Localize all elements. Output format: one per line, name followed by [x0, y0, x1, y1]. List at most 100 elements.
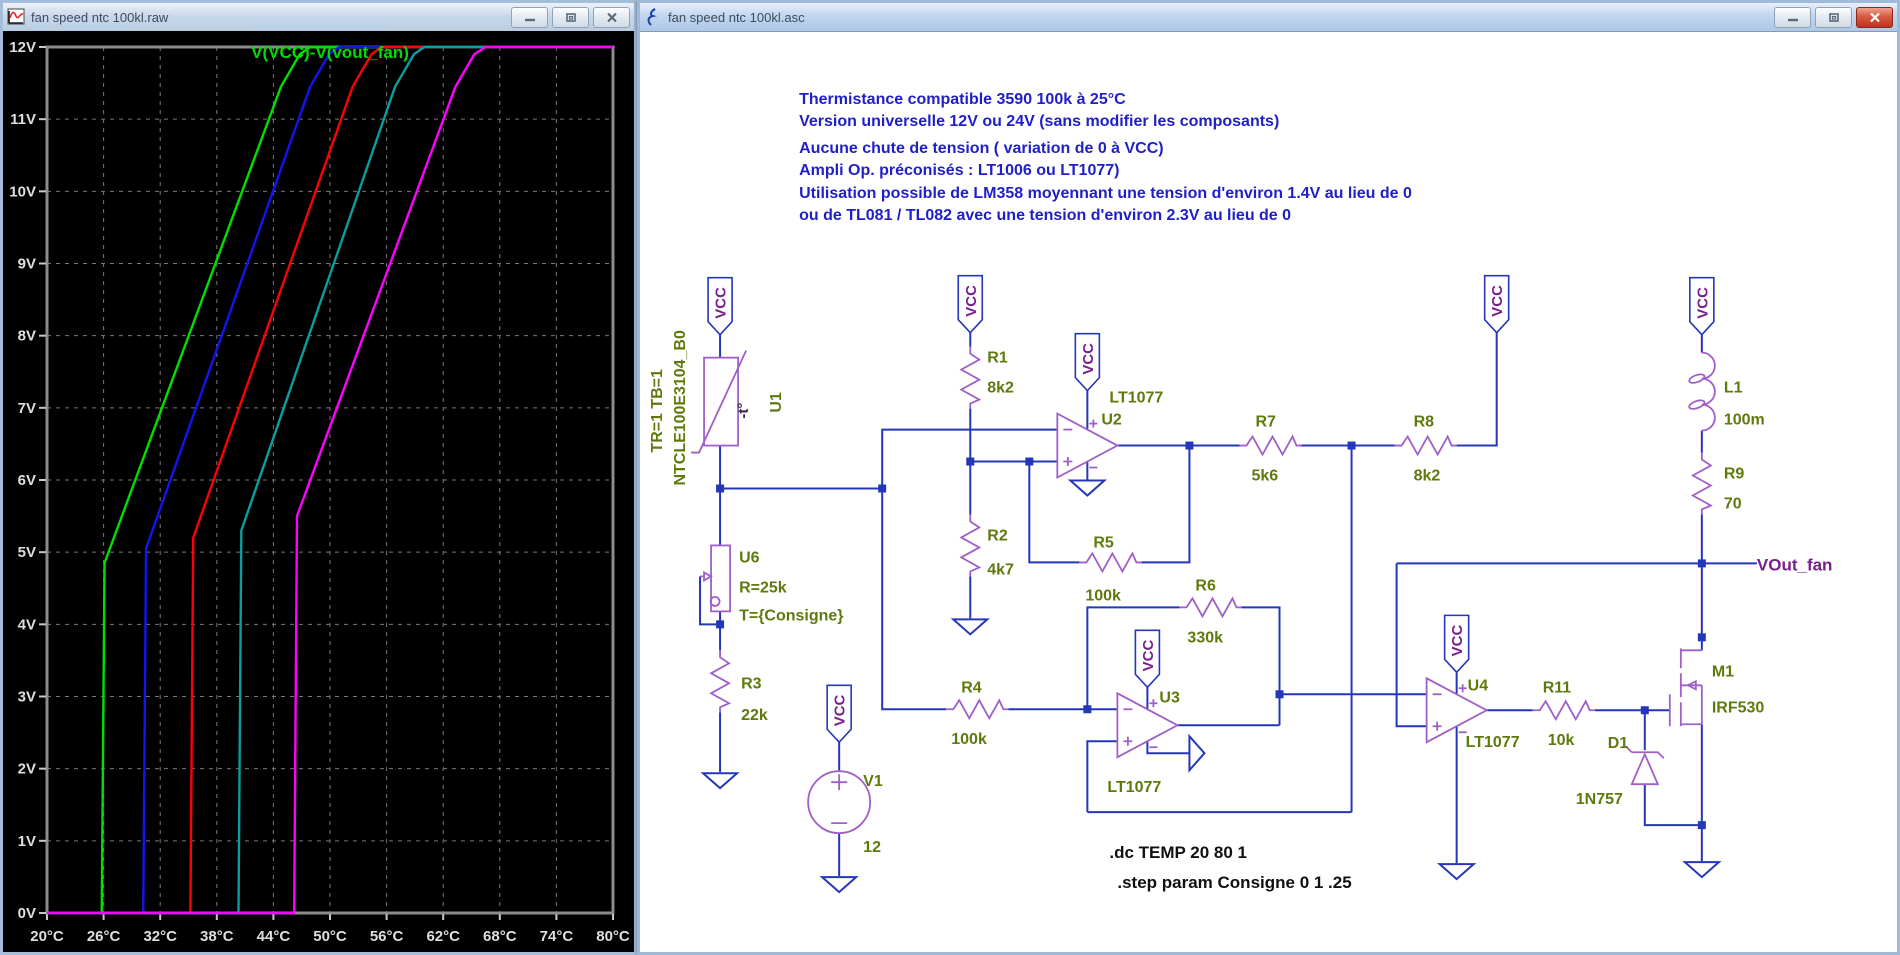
note-line: Aucune chute de tension ( variation de 0…	[799, 140, 1163, 157]
y-axis-tick-label: 2V	[18, 761, 36, 778]
waveform-plot-area[interactable]: 0V 1V 2V 3V 4V 5V 6V 7V 8V 9V 10V 11V 12V 20°C 26°C 32°…	[3, 31, 634, 952]
x-axis-tick-label: 56°C	[370, 928, 404, 945]
x-axis-tick-label: 20°C	[30, 928, 64, 945]
svg-text:R7: R7	[1255, 414, 1276, 431]
y-axis-tick-label: 3V	[18, 689, 36, 706]
schematic-titlebar[interactable]: fan speed ntc 100kl.asc	[640, 3, 1897, 31]
restore-icon	[1828, 12, 1839, 22]
opamp-U3[interactable]: U3 LT1077	[1107, 689, 1180, 796]
potentiometer-U6[interactable]: U6 R=25k T={Consigne}	[700, 544, 844, 624]
y-axis-tick-label: 11V	[10, 111, 36, 128]
resistor-R5[interactable]: R5 100k	[1078, 534, 1143, 604]
resistor-R9[interactable]: R9 70	[1691, 451, 1745, 516]
svg-text:R2: R2	[987, 527, 1008, 544]
svg-text:-t°: -t°	[735, 403, 752, 419]
minimize-button[interactable]	[511, 6, 548, 28]
svg-text:L1: L1	[1724, 380, 1743, 397]
vcc-flag-u1[interactable]: VCC	[707, 276, 733, 336]
dc-sweep-directive: .dc TEMP 20 80 1	[1109, 843, 1247, 862]
restore-button[interactable]	[1815, 6, 1852, 28]
svg-text:100k: 100k	[951, 731, 987, 748]
minimize-button[interactable]	[1774, 6, 1811, 28]
vcc-flag-u2[interactable]: VCC	[1074, 332, 1101, 392]
resistor-R2[interactable]: R2 4k7	[960, 513, 1014, 578]
svg-text:T={Consigne}: T={Consigne}	[739, 607, 843, 624]
svg-text:VCC: VCC	[1080, 343, 1097, 375]
resistor-R1[interactable]: R1 8k2	[960, 345, 1014, 410]
x-axis-tick-label: 32°C	[143, 928, 177, 945]
svg-text:R1: R1	[987, 350, 1008, 367]
svg-text:VCC: VCC	[832, 694, 849, 726]
svg-text:TR=1 TB=1: TR=1 TB=1	[649, 369, 666, 453]
svg-text:LT1077: LT1077	[1466, 734, 1520, 751]
svg-text:4k7: 4k7	[987, 561, 1014, 578]
vcc-flag-v1[interactable]: VCC	[826, 684, 852, 744]
waveform-window: fan speed ntc 100kl.raw 0V 1V 2V 3V 4V 5V 6V 7V…	[0, 0, 637, 955]
minimize-icon	[524, 18, 535, 22]
x-axis-tick-label: 68°C	[483, 928, 517, 945]
waveform-plot[interactable]: 0V 1V 2V 3V 4V 5V 6V 7V 8V 9V 10V 11V 12V 20°C 26°C 32°…	[3, 31, 634, 952]
svg-text:10k: 10k	[1548, 732, 1575, 749]
schematic-notes[interactable]: Thermistance compatible 3590 100k à 25°C…	[799, 91, 1412, 224]
ltspice-icon	[647, 8, 657, 26]
y-axis-tick-label: 7V	[18, 400, 36, 417]
x-axis-tick-label: 50°C	[313, 928, 347, 945]
spice-directives[interactable]: .dc TEMP 20 80 1 .step param Consigne 0 …	[1109, 843, 1351, 892]
svg-text:U3: U3	[1159, 689, 1180, 706]
svg-text:5k6: 5k6	[1251, 468, 1278, 485]
vcc-flag-r8[interactable]: VCC	[1483, 274, 1510, 334]
y-axis-tick-label: 12V	[9, 39, 36, 56]
note-line: Utilisation possible de LM358 moyennant …	[799, 185, 1412, 202]
svg-text:VCC: VCC	[1449, 625, 1466, 657]
nmos-M1[interactable]: M1 IRF530	[1668, 648, 1765, 727]
minimize-icon	[1787, 18, 1798, 22]
y-axis-tick-label: 9V	[18, 256, 36, 273]
resistor-R8[interactable]: R8 8k2	[1393, 414, 1458, 485]
opamp-U4[interactable]: U4 LT1077	[1425, 677, 1520, 751]
svg-text:D1: D1	[1608, 735, 1629, 752]
svg-text:100k: 100k	[1085, 587, 1121, 604]
svg-text:M1: M1	[1712, 663, 1734, 680]
svg-text:VCC: VCC	[713, 287, 730, 319]
schematic-canvas[interactable]: VCC VCC VCC VCC VCC VCC VCC VCC -t° U1 T…	[640, 31, 1897, 952]
resistor-R11[interactable]: R11 10k	[1531, 679, 1596, 749]
vcc-flag-u4[interactable]: VCC	[1443, 614, 1470, 674]
zener-diode-D1[interactable]: D1 1N757	[1576, 735, 1665, 808]
svg-text:330k: 330k	[1187, 629, 1223, 646]
step-param-directive: .step param Consigne 0 1 .25	[1117, 873, 1351, 892]
restore-button[interactable]	[552, 6, 589, 28]
vcc-flag-l1[interactable]: VCC	[1689, 276, 1715, 336]
note-line: Ampli Op. préconisés : LT1006 ou LT1077)	[799, 162, 1119, 179]
resistor-R6[interactable]: R6 330k	[1178, 577, 1243, 646]
svg-text:12: 12	[863, 839, 881, 856]
ltspice-workspace: fan speed ntc 100kl.raw 0V 1V 2V 3V 4V 5V 6V 7V…	[0, 0, 1900, 955]
svg-text:VCC: VCC	[1489, 285, 1506, 317]
close-button[interactable]	[593, 6, 630, 28]
opamp-U2[interactable]: LT1077 U2	[1056, 390, 1163, 479]
vcc-flag-r1[interactable]: VCC	[957, 274, 984, 334]
schematic-drawing[interactable]: VCC VCC VCC VCC VCC VCC VCC VCC -t° U1 T…	[640, 32, 1897, 952]
inductor-L1[interactable]: L1 100m	[1688, 351, 1765, 432]
resistor-R4[interactable]: R4 100k	[945, 679, 1010, 748]
voltage-source-V1[interactable]: V1 12	[807, 770, 883, 856]
x-axis-tick-label: 26°C	[87, 928, 121, 945]
resistor-R7[interactable]: R7 5k6	[1238, 414, 1303, 485]
svg-text:V1: V1	[863, 773, 883, 790]
net-label-vout-fan[interactable]: VOut_fan	[1757, 555, 1833, 574]
x-axis-tick-label: 62°C	[426, 928, 460, 945]
svg-text:VCC: VCC	[963, 285, 980, 317]
waveform-titlebar[interactable]: fan speed ntc 100kl.raw	[3, 3, 634, 31]
svg-text:R4: R4	[961, 679, 982, 696]
svg-text:VCC: VCC	[1694, 287, 1711, 319]
y-axis-tick-label: 10V	[9, 183, 36, 200]
svg-text:R3: R3	[741, 675, 762, 692]
close-icon	[606, 12, 617, 22]
y-axis-tick-label: 1V	[18, 833, 36, 850]
vcc-flag-u3[interactable]: VCC	[1134, 629, 1161, 689]
svg-text:R=25k: R=25k	[739, 579, 787, 596]
plot-trace-title[interactable]: V(VCC)-V(vout_fan)	[251, 43, 409, 62]
waveform-window-title: fan speed ntc 100kl.raw	[31, 9, 169, 25]
close-button[interactable]	[1856, 6, 1893, 28]
thermistor-U1[interactable]: -t° U1 TR=1 TB=1 NTCLE100E3104_B0	[649, 330, 785, 485]
svg-text:100m: 100m	[1724, 412, 1765, 429]
